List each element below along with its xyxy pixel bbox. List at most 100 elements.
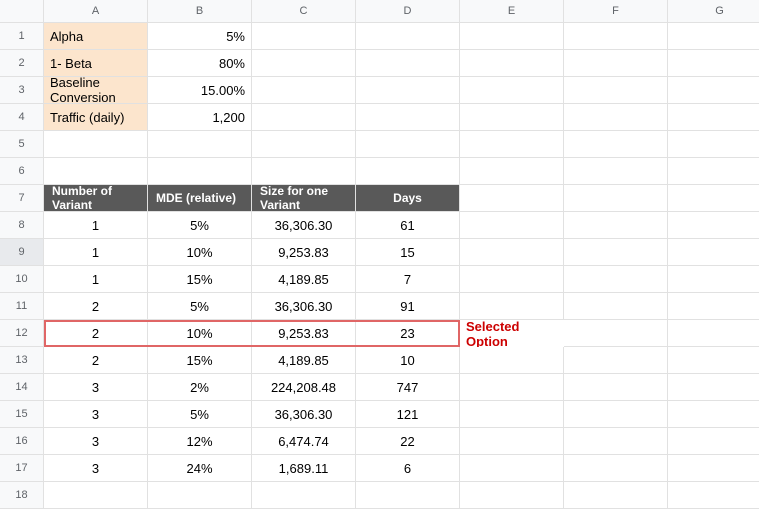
cell[interactable] [668,482,759,509]
table-row[interactable]: 15% [148,347,252,374]
cell[interactable] [460,131,564,158]
table-row[interactable]: 10% [148,239,252,266]
cell[interactable] [252,158,356,185]
table-row[interactable]: 23 [356,320,460,347]
table-header-mde[interactable]: MDE (relative) [148,185,252,212]
table-row[interactable]: 121 [356,401,460,428]
cell[interactable] [356,77,460,104]
cell[interactable] [668,401,759,428]
table-row[interactable]: 2 [44,347,148,374]
row-header-6[interactable]: 6 [0,158,44,185]
cell[interactable] [356,23,460,50]
col-header-C[interactable]: C [252,0,356,23]
cell[interactable] [564,158,668,185]
table-row[interactable]: 6 [356,455,460,482]
row-header-16[interactable]: 16 [0,428,44,455]
table-row[interactable]: 10 [356,347,460,374]
param-traffic-label[interactable]: Traffic (daily) [44,104,148,131]
row-header-5[interactable]: 5 [0,131,44,158]
row-header-8[interactable]: 8 [0,212,44,239]
table-row[interactable]: 15% [148,266,252,293]
col-header-D[interactable]: D [356,0,460,23]
table-row[interactable]: 5% [148,401,252,428]
table-row[interactable]: 10% [148,320,252,347]
param-alpha-label[interactable]: Alpha [44,23,148,50]
cell[interactable] [564,347,668,374]
table-row[interactable]: 2% [148,374,252,401]
cell[interactable] [460,158,564,185]
table-row[interactable]: 6,474.74 [252,428,356,455]
cell[interactable] [668,293,759,320]
table-row[interactable]: 12% [148,428,252,455]
table-row[interactable]: 9,253.83 [252,239,356,266]
table-row[interactable]: 91 [356,293,460,320]
row-header-14[interactable]: 14 [0,374,44,401]
table-row[interactable]: 1 [44,239,148,266]
table-row[interactable]: 5% [148,212,252,239]
spreadsheet[interactable]: A B C D E F G 1 Alpha 5% 2 1- Beta 80% 3… [0,0,759,509]
cell[interactable] [668,131,759,158]
cell[interactable] [148,131,252,158]
cell[interactable] [668,347,759,374]
cell[interactable] [460,212,564,239]
cell[interactable] [460,239,564,266]
cell[interactable] [668,374,759,401]
cell[interactable] [668,428,759,455]
table-row[interactable]: 1 [44,212,148,239]
cell[interactable] [460,401,564,428]
cell[interactable] [460,50,564,77]
cell[interactable] [668,185,759,212]
corner-cell[interactable] [0,0,44,23]
cell[interactable] [668,158,759,185]
row-header-12[interactable]: 12 [0,320,44,347]
cell[interactable] [564,374,668,401]
table-row[interactable]: 3 [44,401,148,428]
cell[interactable] [668,104,759,131]
table-row[interactable]: 3 [44,428,148,455]
cell[interactable] [148,158,252,185]
row-header-4[interactable]: 4 [0,104,44,131]
table-row[interactable]: 36,306.30 [252,293,356,320]
cell[interactable] [564,104,668,131]
cell[interactable] [668,77,759,104]
table-row[interactable]: 1 [44,266,148,293]
cell[interactable] [44,158,148,185]
cell[interactable] [564,455,668,482]
table-row[interactable]: 61 [356,212,460,239]
table-row[interactable]: 2 [44,293,148,320]
table-row[interactable]: 24% [148,455,252,482]
cell[interactable] [460,266,564,293]
cell[interactable] [668,266,759,293]
cell[interactable] [460,455,564,482]
row-header-7[interactable]: 7 [0,185,44,212]
cell[interactable] [564,482,668,509]
col-header-B[interactable]: B [148,0,252,23]
row-header-10[interactable]: 10 [0,266,44,293]
param-traffic-value[interactable]: 1,200 [148,104,252,131]
cell[interactable] [564,239,668,266]
col-header-F[interactable]: F [564,0,668,23]
cell[interactable] [252,50,356,77]
cell[interactable] [460,428,564,455]
row-header-1[interactable]: 1 [0,23,44,50]
row-header-15[interactable]: 15 [0,401,44,428]
row-header-11[interactable]: 11 [0,293,44,320]
cell[interactable] [668,23,759,50]
cell[interactable] [460,23,564,50]
cell[interactable] [460,482,564,509]
cell[interactable] [460,104,564,131]
cell[interactable] [668,455,759,482]
table-header-days[interactable]: Days [356,185,460,212]
col-header-E[interactable]: E [460,0,564,23]
row-header-9[interactable]: 9 [0,239,44,266]
table-row[interactable]: 5% [148,293,252,320]
table-row[interactable]: 1,689.11 [252,455,356,482]
table-header-variant[interactable]: Number of Variant [44,185,148,212]
cell[interactable] [460,347,564,374]
table-row[interactable]: 224,208.48 [252,374,356,401]
row-header-17[interactable]: 17 [0,455,44,482]
table-row[interactable]: 3 [44,374,148,401]
cell[interactable] [252,77,356,104]
table-row[interactable]: 2 [44,320,148,347]
table-row[interactable]: 747 [356,374,460,401]
